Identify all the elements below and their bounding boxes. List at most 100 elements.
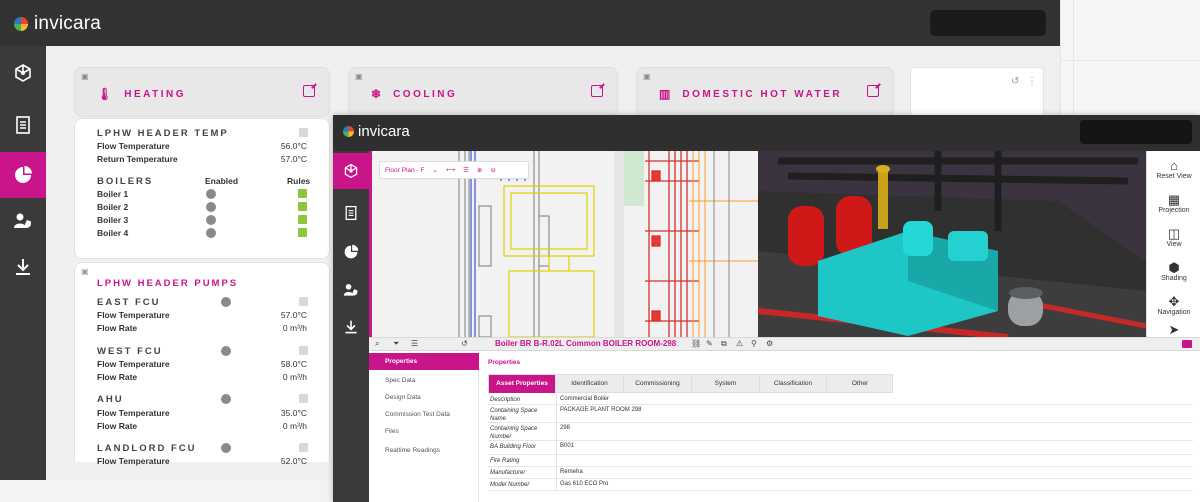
search-icon[interactable]: ⌕ bbox=[375, 339, 379, 349]
copy-icon[interactable]: ⧉ bbox=[721, 339, 727, 349]
pump-group-title: LANDLORD FCU bbox=[97, 443, 197, 454]
reset-view-button[interactable]: ⌂ Reset View bbox=[1147, 159, 1200, 181]
row-label: Flow Rate bbox=[97, 372, 138, 382]
flow-temperature-row: Flow Temperature 57.0°C bbox=[97, 310, 307, 320]
tab-other[interactable]: Other bbox=[827, 375, 893, 393]
tab-classification[interactable]: Classification bbox=[760, 375, 827, 393]
edit-icon[interactable]: ✎ bbox=[706, 339, 713, 348]
table-row: Containing Space Number 298 bbox=[488, 423, 1193, 441]
sidebar-item-dashboard[interactable] bbox=[0, 152, 46, 198]
sidebar-item-users[interactable] bbox=[0, 198, 46, 244]
sidebar-item-users[interactable] bbox=[333, 272, 369, 308]
property-value[interactable]: PACKAGE PLANT ROOM 298 bbox=[556, 405, 1193, 422]
tab-commissioning[interactable]: Commissioning bbox=[624, 375, 692, 393]
tab-asset-properties[interactable]: Asset Properties bbox=[489, 375, 556, 393]
flow-rate-row: Flow Rate 0 m³/h bbox=[97, 421, 307, 431]
undo-icon[interactable]: ↺ bbox=[461, 339, 468, 348]
table-row: Description Commercial Boiler bbox=[488, 394, 1193, 405]
property-key: Containing Space Number bbox=[490, 426, 538, 440]
model-3d-view[interactable] bbox=[758, 151, 1146, 337]
boiler-row: Boiler 4 bbox=[97, 228, 307, 238]
invicara-logo[interactable]: invicara bbox=[343, 123, 410, 140]
nav-item-commission-test-data[interactable]: Commission Test Data bbox=[369, 406, 479, 423]
model-render bbox=[758, 151, 1146, 337]
sidebar-item-download[interactable] bbox=[333, 309, 369, 345]
tab-system[interactable]: System bbox=[692, 375, 760, 393]
property-value[interactable]: Commercial Boiler bbox=[556, 394, 1193, 404]
zoom-out-icon[interactable]: ⊖ bbox=[490, 166, 495, 174]
cooling-card[interactable]: ▣ ❄ COOLING bbox=[348, 67, 618, 117]
nav-item-files[interactable]: Files bbox=[369, 423, 479, 440]
boiler-name: Boiler 1 bbox=[97, 189, 129, 199]
row-label: Flow Temperature bbox=[97, 310, 170, 320]
sidebar bbox=[333, 151, 369, 502]
navigation-button[interactable]: ✥ Navigation bbox=[1147, 294, 1200, 317]
move-icon: ✥ bbox=[1168, 294, 1180, 309]
enabled-indicator bbox=[206, 189, 216, 199]
more-menu-icon[interactable]: ⋮ bbox=[1027, 76, 1037, 87]
camera-icon: ◫ bbox=[1167, 226, 1181, 241]
sidebar-item-download[interactable] bbox=[0, 244, 46, 290]
sidebar-item-documents[interactable] bbox=[0, 102, 46, 148]
zoom-in-icon[interactable]: ⊕ bbox=[477, 166, 482, 174]
property-value[interactable]: Gas 610 ECO Pro bbox=[556, 479, 1193, 490]
link-icon[interactable]: ⛓ bbox=[691, 339, 701, 348]
property-value[interactable]: 298 bbox=[556, 423, 1193, 440]
document-icon bbox=[345, 205, 357, 221]
select-button[interactable]: ➤ bbox=[1147, 323, 1200, 337]
status-square bbox=[299, 128, 308, 137]
hierarchy-icon[interactable]: ⚲ bbox=[751, 339, 757, 348]
property-value[interactable]: Remeha bbox=[556, 467, 1193, 478]
user-shield-icon bbox=[14, 213, 31, 228]
user-menu[interactable] bbox=[930, 10, 1046, 36]
invicara-logo[interactable]: invicara bbox=[14, 13, 101, 35]
view-button[interactable]: ◫ View bbox=[1147, 226, 1200, 249]
sidebar-item-model[interactable] bbox=[333, 153, 369, 189]
sidebar-item-model[interactable] bbox=[0, 50, 46, 96]
filter-icon[interactable]: ⏷ bbox=[393, 339, 399, 349]
heating-card[interactable]: ▣ 🌡 HEATING bbox=[74, 67, 330, 117]
floor-select-value[interactable]: Floor Plan - F bbox=[385, 167, 424, 174]
download-icon bbox=[345, 320, 357, 334]
projection-button[interactable]: ▦ Projection bbox=[1147, 193, 1200, 215]
property-value[interactable]: B001 bbox=[556, 441, 1193, 454]
layers-icon[interactable]: ☰ bbox=[463, 166, 469, 174]
tab-identification[interactable]: Identification bbox=[556, 375, 624, 393]
nav-item-design-data[interactable]: Design Data bbox=[369, 389, 479, 406]
user-menu[interactable] bbox=[1080, 120, 1192, 144]
floorplan-2d-view[interactable]: Floor Plan - F ⌄ ⟷ ☰ ⊕ ⊖ bbox=[369, 151, 758, 337]
open-external-icon[interactable] bbox=[591, 85, 603, 97]
settings-icon[interactable]: ⚙ bbox=[766, 339, 773, 348]
alert-icon[interactable]: ⚠ bbox=[736, 339, 743, 348]
cube-icon: ⬢ bbox=[1168, 260, 1180, 275]
lphw-header-temp-panel: LPHW HEADER TEMP Flow Temperature 56.0°C… bbox=[74, 118, 330, 259]
shading-button[interactable]: ⬢ Shading bbox=[1147, 260, 1200, 283]
card-title: HEATING bbox=[124, 88, 186, 100]
floor-selector[interactable]: Floor Plan - F ⌄ ⟷ ☰ ⊕ ⊖ bbox=[379, 161, 529, 179]
nav-item-realtime-readings[interactable]: Realtime Readings bbox=[369, 442, 479, 459]
widget-icon: ▣ bbox=[643, 72, 651, 81]
nav-item-spec-data[interactable]: Spec Data bbox=[369, 372, 479, 389]
row-value: 0 m³/h bbox=[282, 372, 307, 382]
cube-icon bbox=[344, 163, 358, 179]
open-external-icon[interactable] bbox=[867, 85, 879, 97]
thermometer-icon: 🌡 bbox=[97, 87, 113, 101]
open-external-icon[interactable] bbox=[303, 85, 315, 97]
panel-title: LPHW HEADER TEMP bbox=[97, 128, 229, 139]
minimize-icon[interactable] bbox=[1182, 340, 1192, 348]
domestic-hot-water-card[interactable]: ▣ ▥ DOMESTIC HOT WATER bbox=[636, 67, 894, 117]
chevron-down-icon: ⌄ bbox=[432, 167, 438, 174]
list-icon[interactable]: ☰ bbox=[411, 339, 418, 348]
sidebar-item-documents[interactable] bbox=[333, 195, 369, 231]
refresh-icon[interactable]: ↺ bbox=[1011, 76, 1019, 87]
measure-icon[interactable]: ⟷ bbox=[446, 166, 455, 174]
property-value[interactable] bbox=[556, 455, 1193, 466]
pump-status-indicator bbox=[221, 346, 231, 356]
nav-item-properties[interactable]: Properties bbox=[369, 353, 479, 370]
download-icon bbox=[16, 259, 30, 275]
top-bar: invicara bbox=[0, 0, 1060, 46]
asset-title: Boiler BR B-R.02L Common BOILER ROOM-298 bbox=[495, 339, 677, 348]
widget-card: ↺ ⋮ bbox=[910, 67, 1044, 117]
sidebar-item-dashboard[interactable] bbox=[333, 234, 369, 270]
property-key: BA Building Floor bbox=[490, 444, 537, 450]
